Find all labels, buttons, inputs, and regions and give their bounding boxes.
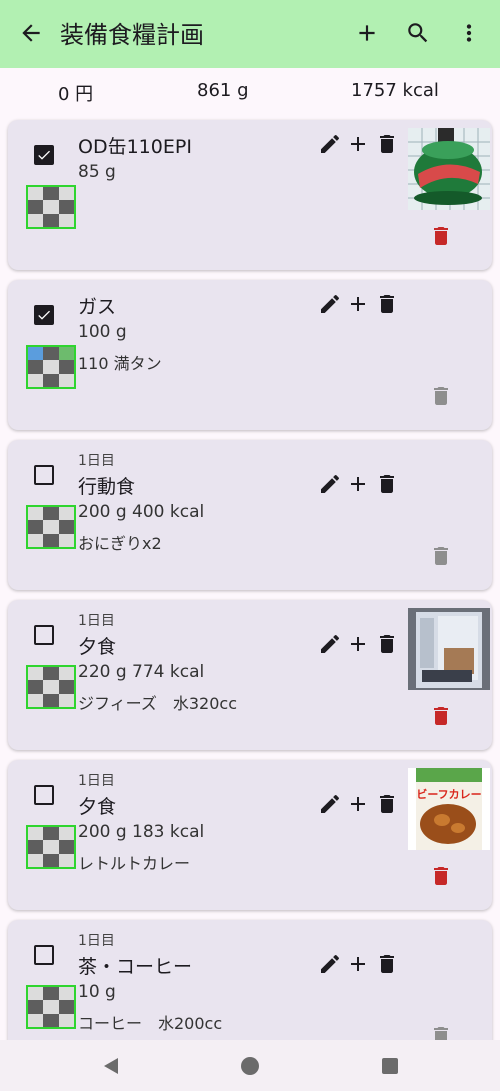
checker-thumbnail [26,505,76,549]
trash-icon[interactable] [375,472,399,496]
nav-home-icon[interactable] [239,1055,261,1077]
nav-back-icon[interactable] [100,1055,122,1077]
item-name: OD缶110EPI [78,136,192,158]
item-note: おにぎりx2 [78,534,162,553]
page-title: 装備食糧計画 [60,21,204,49]
item-photo [408,128,490,210]
item-photo: ビーフカレー [408,768,490,850]
trash-icon[interactable] [375,792,399,816]
trash-icon[interactable] [375,632,399,656]
item-checkbox[interactable] [34,785,54,805]
photo-label: ビーフカレー [416,787,481,801]
total-calories: 1757 kcal [351,80,439,101]
plus-icon[interactable] [346,952,370,976]
item-name: 夕食 [78,636,117,658]
item-checkbox[interactable] [34,465,54,485]
trash-icon[interactable] [429,704,453,728]
item-card[interactable]: 1日目 夕食 220 g 774 kcal ジフィーズ 水320cc [8,600,492,750]
item-checkbox[interactable] [34,625,54,645]
pencil-icon[interactable] [318,632,342,656]
item-info: 220 g 774 kcal [78,662,205,682]
plus-icon[interactable] [346,632,370,656]
app-bar: 装備食糧計画 [0,0,500,68]
item-info: 100 g [78,322,127,342]
checker-thumbnail [26,985,76,1029]
nav-recents-icon[interactable] [379,1055,401,1077]
plus-icon[interactable] [346,792,370,816]
pencil-icon[interactable] [318,132,342,156]
checker-thumbnail [26,185,76,229]
plus-icon[interactable] [354,20,380,46]
trash-icon[interactable] [375,952,399,976]
item-note: レトルトカレー [78,854,191,873]
item-note: コーヒー 水200cc [78,1014,223,1033]
item-card[interactable]: 1日目 夕食 200 g 183 kcal レトルトカレー ビーフカレー [8,760,492,910]
item-card[interactable]: 1日目 行動食 200 g 400 kcal おにぎりx2 [8,440,492,590]
plus-icon[interactable] [346,292,370,316]
search-icon[interactable] [405,20,431,46]
pencil-icon[interactable] [318,952,342,976]
summary-bar: 0 円 861 g 1757 kcal [0,68,500,116]
pencil-icon[interactable] [318,792,342,816]
item-note: ジフィーズ 水320cc [78,694,238,713]
pencil-icon[interactable] [318,472,342,496]
item-day: 1日目 [78,453,115,469]
item-info: 10 g [78,982,116,1002]
item-name: 行動食 [78,476,136,498]
trash-icon[interactable] [429,864,453,888]
item-note: 110 満タン [78,354,162,373]
checker-thumbnail [26,665,76,709]
item-checkbox[interactable] [34,145,54,165]
item-photo [408,608,490,690]
total-price: 0 円 [58,84,94,105]
pencil-icon[interactable] [318,292,342,316]
item-day: 1日目 [78,613,115,629]
item-card[interactable]: ガス 100 g 110 満タン [8,280,492,430]
item-day: 1日目 [78,773,115,789]
trash-icon [434,547,448,565]
trash-icon[interactable] [375,132,399,156]
trash-icon[interactable] [429,224,453,248]
checker-thumbnail [26,825,76,869]
total-weight: 861 g [197,80,249,101]
item-day: 1日目 [78,933,115,949]
item-name: 茶・コーヒー [78,956,193,978]
item-name: 夕食 [78,796,117,818]
system-nav-bar [0,1040,500,1091]
plus-icon[interactable] [346,132,370,156]
item-info: 200 g 400 kcal [78,502,205,522]
arrow-back-icon[interactable] [18,20,44,46]
trash-icon [434,387,448,405]
item-card[interactable]: OD缶110EPI 85 g [8,120,492,270]
item-info: 200 g 183 kcal [78,822,205,842]
more-vert-icon[interactable] [456,20,482,46]
item-name: ガス [78,296,117,318]
item-checkbox[interactable] [34,945,54,965]
item-info: 85 g [78,162,116,182]
trash-icon[interactable] [375,292,399,316]
plus-icon[interactable] [346,472,370,496]
checker-thumbnail [26,345,76,389]
item-checkbox[interactable] [34,305,54,325]
